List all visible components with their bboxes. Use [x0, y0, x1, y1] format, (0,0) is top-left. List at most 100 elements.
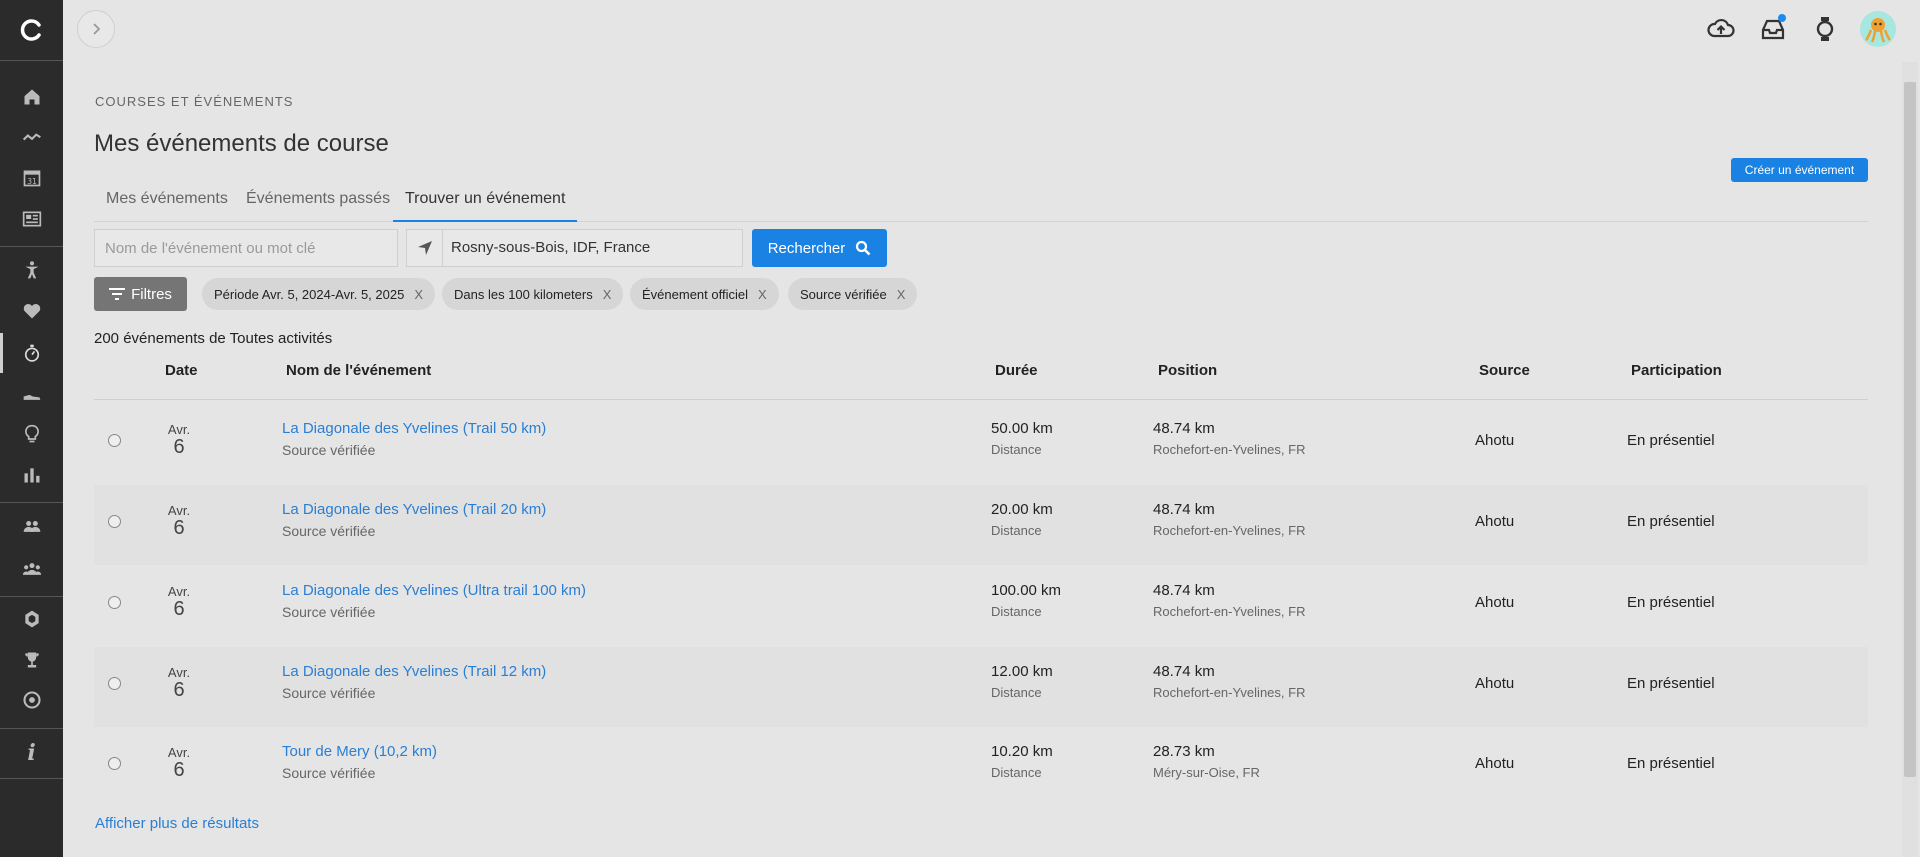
event-duration-label: Distance [991, 685, 1042, 700]
location-value: Rosny-sous-Bois, IDF, France [451, 239, 651, 256]
table-header: Date Nom de l'événement Durée Position S… [94, 356, 1868, 400]
event-verified-label: Source vérifiée [282, 442, 376, 458]
tab-find-event[interactable]: Trouver un événement [393, 186, 578, 222]
event-participation: En présentiel [1627, 675, 1715, 692]
event-source: Ahotu [1475, 594, 1515, 611]
news-icon[interactable] [0, 199, 63, 239]
info-icon[interactable]: i [0, 733, 63, 773]
remove-filter-button[interactable]: X [758, 287, 767, 302]
scrollbar-thumb[interactable] [1904, 82, 1916, 777]
garmin-connect-logo[interactable] [0, 0, 63, 60]
table-row: Avr. 6 La Diagonale des Yvelines (Ultra … [94, 566, 1868, 646]
filter-chip-label: Dans les 100 kilometers [454, 286, 593, 302]
event-position: 48.74 km [1153, 582, 1215, 599]
results-count: 200 événements de Toutes activités [94, 330, 333, 347]
column-header-position[interactable]: Position [1158, 362, 1217, 379]
tab-past-events[interactable]: Événements passés [234, 186, 402, 222]
connections-icon[interactable] [0, 506, 63, 546]
column-header-participation[interactable]: Participation [1631, 362, 1722, 379]
remove-filter-button[interactable]: X [414, 287, 423, 302]
sidebar: 31 i [0, 0, 63, 857]
watch-icon[interactable] [1808, 12, 1842, 46]
sidebar-expand-button[interactable] [77, 10, 115, 48]
event-name-link[interactable]: La Diagonale des Yvelines (Trail 20 km) [282, 501, 546, 518]
event-place: Rochefort-en-Yvelines, FR [1153, 442, 1306, 457]
event-name-link[interactable]: La Diagonale des Yvelines (Trail 12 km) [282, 663, 546, 680]
event-duration: 50.00 km [991, 420, 1053, 437]
avatar[interactable] [1860, 11, 1896, 47]
filter-chip-label: Événement officiel [642, 286, 748, 302]
remove-filter-button[interactable]: X [897, 287, 906, 302]
calendar-icon[interactable]: 31 [0, 158, 63, 198]
event-month: Avr. [167, 584, 191, 599]
lightbulb-icon[interactable] [0, 414, 63, 454]
badge-icon[interactable] [0, 599, 63, 639]
column-header-name[interactable]: Nom de l'événement [286, 362, 431, 379]
chevron-right-icon [93, 23, 101, 35]
event-day: 6 [173, 517, 185, 539]
tab-bar: Mes événements Événements passés Trouver… [94, 186, 1868, 222]
home-icon[interactable] [0, 77, 63, 117]
search-button[interactable]: Rechercher [752, 229, 887, 267]
row-select-radio[interactable] [108, 596, 121, 609]
event-duration-label: Distance [991, 604, 1042, 619]
groups-icon[interactable] [0, 549, 63, 589]
upload-icon[interactable] [1704, 12, 1738, 46]
location-field[interactable]: Rosny-sous-Bois, IDF, France [406, 229, 743, 267]
show-more-results-link[interactable]: Afficher plus de résultats [95, 815, 259, 832]
gear-shoe-icon[interactable] [0, 374, 63, 414]
event-name-link[interactable]: La Diagonale des Yvelines (Trail 50 km) [282, 420, 546, 437]
breadcrumb: COURSES ET ÉVÉNEMENTS [95, 94, 294, 109]
row-select-radio[interactable] [108, 515, 121, 528]
event-duration: 12.00 km [991, 663, 1053, 680]
event-name-link[interactable]: Tour de Mery (10,2 km) [282, 743, 437, 760]
reports-icon[interactable] [0, 455, 63, 495]
trophy-icon[interactable] [0, 640, 63, 680]
row-select-radio[interactable] [108, 677, 121, 690]
event-month: Avr. [167, 745, 191, 760]
event-participation: En présentiel [1627, 594, 1715, 611]
event-duration-label: Distance [991, 523, 1042, 538]
table-row: Avr. 6 Tour de Mery (10,2 km) Source vér… [94, 727, 1868, 807]
event-source: Ahotu [1475, 513, 1515, 530]
tab-my-events[interactable]: Mes événements [94, 186, 240, 222]
remove-filter-button[interactable]: X [603, 287, 612, 302]
event-name-link[interactable]: La Diagonale des Yvelines (Ultra trail 1… [282, 582, 586, 599]
row-select-radio[interactable] [108, 757, 121, 770]
create-event-button[interactable]: Créer un événement [1731, 158, 1868, 182]
event-participation: En présentiel [1627, 432, 1715, 449]
event-position: 48.74 km [1153, 420, 1215, 437]
filters-button[interactable]: Filtres [94, 277, 187, 311]
filter-chip-label: Période Avr. 5, 2024-Avr. 5, 2025 [214, 286, 405, 302]
training-icon[interactable] [0, 250, 63, 290]
event-place: Rochefort-en-Yvelines, FR [1153, 685, 1306, 700]
search-icon [856, 240, 871, 256]
column-header-date[interactable]: Date [165, 362, 198, 379]
svg-text:31: 31 [27, 177, 37, 186]
event-month: Avr. [167, 503, 191, 518]
heart-icon[interactable] [0, 291, 63, 331]
event-verified-label: Source vérifiée [282, 523, 376, 539]
column-header-source[interactable]: Source [1479, 362, 1530, 379]
filter-chip-official: Événement officiel X [630, 278, 779, 310]
event-place: Rochefort-en-Yvelines, FR [1153, 604, 1306, 619]
row-select-radio[interactable] [108, 434, 121, 447]
filter-chip-verified: Source vérifiée X [788, 278, 918, 310]
event-month: Avr. [167, 665, 191, 680]
location-arrow-icon[interactable] [407, 230, 443, 266]
column-header-duration[interactable]: Durée [995, 362, 1038, 379]
event-position: 48.74 km [1153, 663, 1215, 680]
filter-chip-distance: Dans les 100 kilometers X [442, 278, 624, 310]
activity-icon[interactable] [0, 118, 63, 158]
keyword-search-input[interactable] [94, 229, 398, 267]
target-icon[interactable] [0, 680, 63, 720]
event-day: 6 [173, 598, 185, 620]
event-source: Ahotu [1475, 755, 1515, 772]
search-button-label: Rechercher [767, 239, 846, 257]
filter-chip-period: Période Avr. 5, 2024-Avr. 5, 2025 X [202, 278, 435, 310]
table-row: Avr. 6 La Diagonale des Yvelines (Trail … [94, 485, 1868, 565]
inbox-icon[interactable] [1756, 12, 1790, 46]
event-source: Ahotu [1475, 675, 1515, 692]
page-title: Mes événements de course [94, 130, 389, 157]
stopwatch-icon[interactable] [0, 333, 63, 373]
